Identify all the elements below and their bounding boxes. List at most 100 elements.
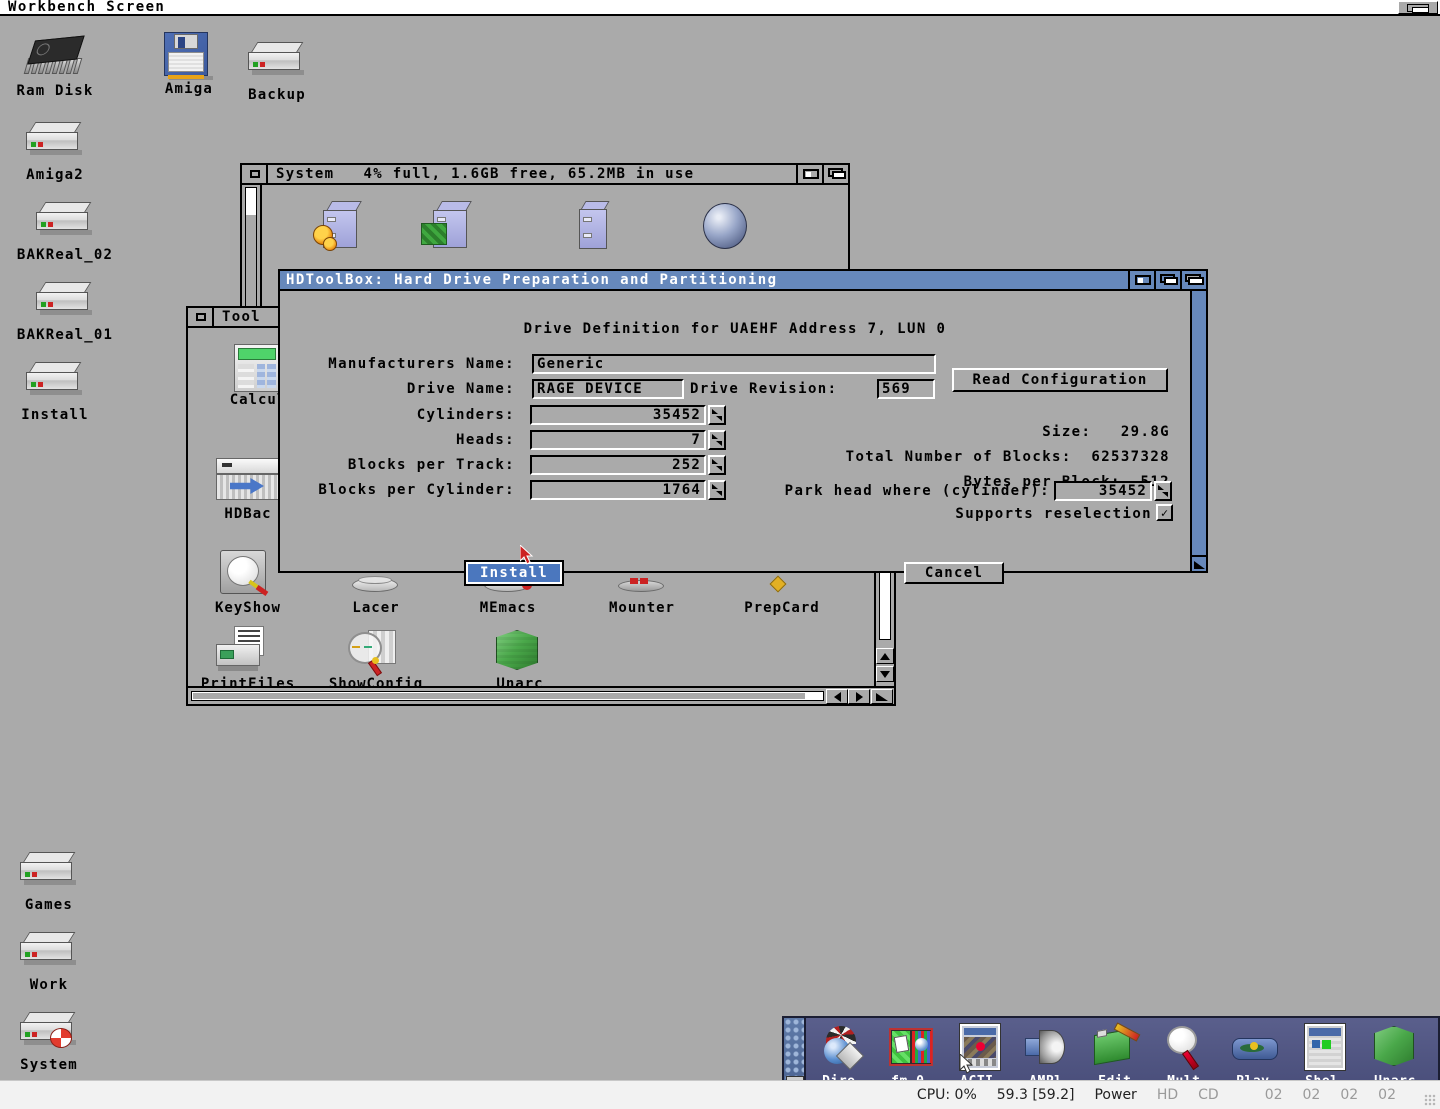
desktop-icon-label: Ram Disk [16,83,94,99]
tools-resize-gadget[interactable] [871,689,893,704]
scroll-knob[interactable] [246,215,256,314]
park-head-input[interactable]: 35452 [1054,481,1152,501]
desktop-icon-ram-disk[interactable]: Ram Disk [0,30,110,99]
hdtoolbox-zoom-gadget[interactable] [1154,271,1180,289]
desktop-icon-backup[interactable]: Backup [222,34,332,103]
resize-grip-icon[interactable] [1424,1094,1436,1106]
desktop-icon-amiga2[interactable]: Amiga2 [0,114,110,183]
desktop-icon-work[interactable]: Work [0,924,104,993]
drawer-plain-icon [579,209,607,249]
hdtoolbox-window[interactable]: HDToolBox: Hard Drive Preparation and Pa… [278,269,1208,586]
heads-input[interactable]: 7 [530,430,706,450]
hdtoolbox-depth-gadget[interactable] [1128,271,1154,289]
hdtoolbox-header: Drive Definition for UAEHF Address 7, LU… [523,321,947,337]
drive-revision-input[interactable]: 569 [877,379,935,399]
desktop-icon-label: Games [24,897,74,913]
tools-green-icon [421,223,447,245]
scroll-up-button[interactable] [876,648,894,664]
harddrive-icon [0,354,110,406]
status-cd: CD [1198,1087,1219,1103]
status-hd: HD [1156,1087,1179,1103]
manufacturers-name-input[interactable]: Generic [532,354,936,374]
label-cylinders: Cylinders: [416,407,515,423]
hdtoolbox-front-gadget[interactable] [1180,271,1206,289]
tools-item-label: KeyShow [214,600,281,616]
gear-icon-2 [323,237,337,251]
zoom-gadget[interactable] [822,165,848,183]
screen-depth-icon-front [1412,7,1429,13]
blocks-per-track-input[interactable]: 252 [530,455,706,475]
hdtoolbox-titlebar[interactable]: HDToolBox: Hard Drive Preparation and Pa… [280,271,1206,291]
park-head-spinner[interactable] [1154,481,1172,501]
desktop-icon-install[interactable]: Install [0,354,110,423]
desktop-icon-label: Work [29,977,69,993]
tools-window-title: Tool [222,309,261,325]
desktop-icon-system[interactable]: System [0,1004,104,1073]
drawer-plain[interactable] [550,199,640,253]
tools-item-unarc[interactable]: Unarc [466,626,574,692]
tools-item-showconfig[interactable]: ShowConfig [322,626,430,692]
cancel-button[interactable]: Cancel [904,562,1004,584]
globe-item[interactable] [678,199,768,253]
drawer-handle-icon [327,217,336,222]
magnifier-icon [322,626,430,677]
cylinders-spinner[interactable] [708,405,726,425]
desktop-icon-bakreal-02[interactable]: BAKReal_02 [10,194,120,263]
hdtoolbox-title: HDToolBox: Hard Drive Preparation and Pa… [286,272,778,288]
hdtoolbox-body: Drive Definition for UAEHF Address 7, LU… [280,291,1206,586]
cursor-arrow-icon [519,543,534,565]
scroll-down-button[interactable] [876,666,894,682]
drawer-prefs[interactable] [298,199,388,253]
scroll-up-arrow-icon [880,652,890,660]
close-gadget[interactable] [242,165,268,183]
scroll-right-button[interactable] [848,689,870,704]
screen-depth-gadget[interactable] [1398,1,1438,14]
harddrive-icon [10,194,120,246]
harddrive-icon [0,114,110,166]
label-supports-reselection: Supports reselection [955,506,1152,522]
shell-icon [1293,1022,1359,1074]
install-button[interactable]: Install [464,560,564,586]
drawer-handle-icon-c [583,217,592,222]
tools-item-label: Mounter [608,600,675,616]
player-icon [1224,1022,1290,1074]
desktop[interactable]: Ram Disk Amiga Backup Amiga2 BAKReal_02 BAKRe… [0,18,1440,1098]
system-window-titlebar[interactable]: System 4% full, 1.6GB free, 65.2MB in us… [242,165,848,185]
hdtoolbox-right-border [1190,291,1206,571]
harddrive-icon [10,274,120,326]
label-drive-name: Drive Name: [406,381,515,397]
drawer-handle-icon-d [583,233,592,238]
label-drive-revision: Drive Revision: [690,381,838,397]
depth-gadget[interactable] [796,165,822,183]
tools-horizontal-scrollbar[interactable] [188,686,894,704]
blocks-per-cylinder-input[interactable]: 1764 [530,480,706,500]
scroll-trough-h[interactable] [191,691,824,701]
hdtoolbox-resize-gadget[interactable] [1190,555,1206,571]
drawer-handle-icon-b [437,217,446,222]
screen-titlebar: Workbench Screen [0,0,1440,16]
scroll-knob-h[interactable] [193,693,806,699]
scroll-left-arrow-icon [833,691,841,702]
workbench-screen: Workbench Screen Ram Disk Amiga Backup Amig… [0,0,1440,1109]
tools-close-gadget[interactable] [188,308,214,326]
drive-name-input[interactable]: RAGE DEVICE [532,379,684,399]
system-window-title: System 4% full, 1.6GB free, 65.2MB in us… [276,166,695,182]
harddrive-bootable-icon [0,1004,104,1056]
drawer-tools[interactable] [408,199,498,253]
label-heads: Heads: [456,432,515,448]
harddrive-icon [0,924,104,976]
mouse-cursor-secondary [959,1052,974,1078]
harddrive-icon [222,34,332,86]
scroll-left-button[interactable] [826,689,848,704]
tools-item-printfiles[interactable]: PrintFiles [194,626,302,692]
supports-reselection-checkbox[interactable]: ✓ [1156,504,1173,521]
resize-gadget-icon [876,692,888,701]
desktop-icon-bakreal-01[interactable]: BAKReal_01 [10,274,120,343]
scroll-down-arrow-icon [880,670,890,678]
read-configuration-button[interactable]: Read Configuration [952,368,1168,392]
desktop-icon-label: System [20,1057,78,1073]
status-led-2: 02 [1340,1087,1359,1103]
desktop-icon-games[interactable]: Games [0,844,104,913]
cylinders-input[interactable]: 35452 [530,405,706,425]
desktop-icon-label: BAKReal_01 [16,327,114,343]
